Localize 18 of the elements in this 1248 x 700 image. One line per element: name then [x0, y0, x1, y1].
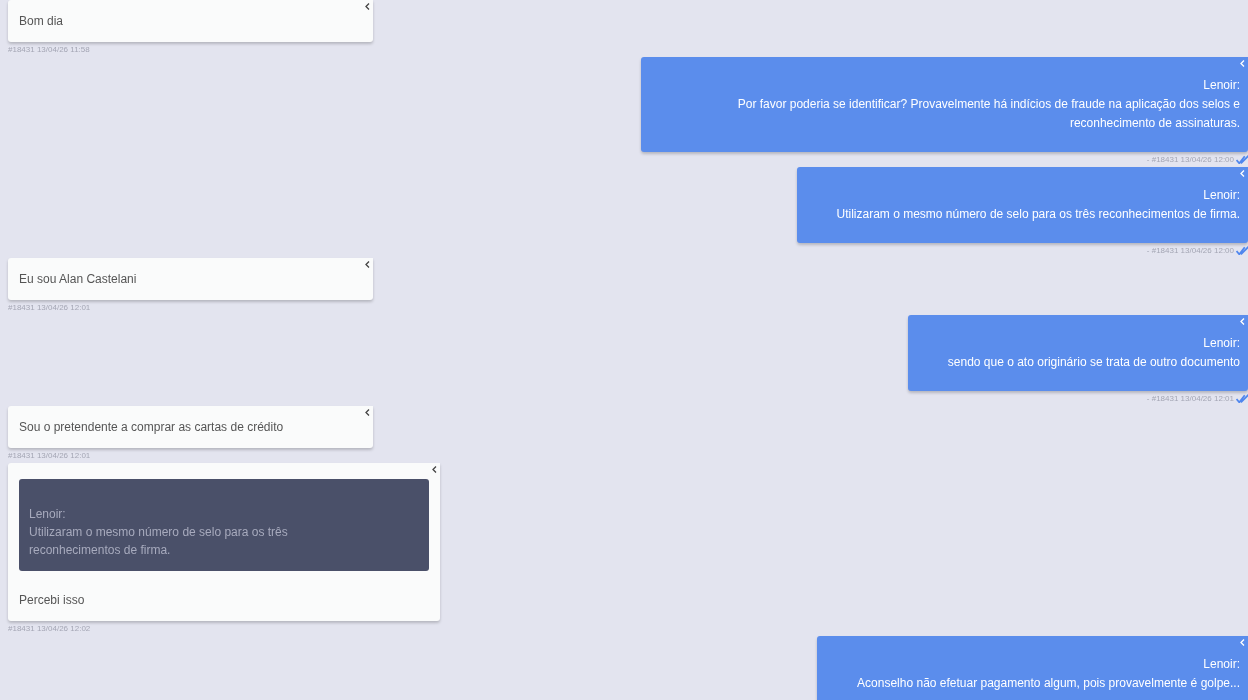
- sender-name: Lenoir:: [1202, 335, 1240, 352]
- chevron-left-icon[interactable]: [365, 409, 370, 416]
- message-text: Percebi isso: [19, 592, 86, 609]
- message-text: Aconselho não efetuar pagamento algum, pois provavelmente é golpe...: [857, 675, 1240, 692]
- sender-name: Lenoir:: [1202, 656, 1240, 673]
- message-text: Bom dia: [19, 13, 65, 30]
- message-text: Sou o pretendente a comprar as cartas de crédito: [19, 419, 285, 436]
- sender-name: Lenoir:: [1202, 77, 1240, 94]
- message-text: Por favor poderia se identificar? Provavelmente há indícios de fraude na aplicação dos selos e reconhecimento de assinaturas.: [736, 96, 1240, 132]
- message-text: Eu sou Alan Castelani: [19, 271, 138, 288]
- message-text: sendo que o ato originário se trata de outro documento: [947, 354, 1240, 371]
- chevron-left-icon[interactable]: [365, 3, 370, 10]
- message-text: Utilizaram o mesmo número de selo para os três reconhecimentos de firma.: [836, 206, 1240, 223]
- chevron-left-icon[interactable]: [365, 261, 370, 268]
- chevron-left-icon[interactable]: [432, 466, 437, 473]
- quoted-text: Utilizaram o mesmo número de selo para os três reconhecimentos de firma.: [29, 524, 289, 559]
- sender-name: Lenoir:: [1202, 187, 1240, 204]
- quoted-sender: Lenoir:: [29, 506, 67, 523]
